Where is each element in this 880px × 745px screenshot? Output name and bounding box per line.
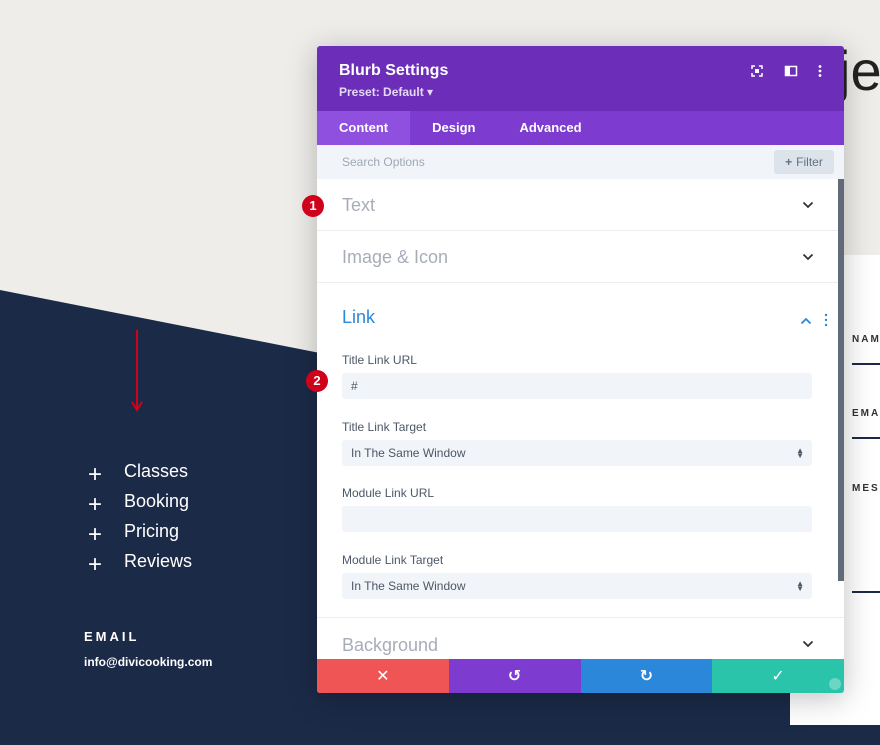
- menu-item-classes[interactable]: + Classes: [88, 456, 192, 489]
- blurb-settings-modal: Blurb Settings Preset: Default ▾ Content…: [317, 46, 844, 693]
- plus-icon: +: [88, 551, 103, 578]
- section-options-icon[interactable]: [824, 313, 828, 327]
- email-heading: EMAIL: [84, 629, 140, 644]
- title-link-target-label: Title Link Target: [342, 420, 427, 434]
- menu-item-label: Reviews: [124, 550, 193, 571]
- tab-content[interactable]: Content: [317, 111, 411, 145]
- save-button[interactable]: ✓: [712, 659, 844, 693]
- checkmark-icon: ✓: [771, 668, 785, 685]
- split-view-icon[interactable]: [783, 63, 799, 79]
- form-field-email[interactable]: [852, 437, 880, 439]
- tab-design[interactable]: Design: [410, 111, 497, 145]
- close-icon: ✕: [376, 668, 390, 685]
- plus-icon: +: [88, 491, 103, 518]
- preset-selector[interactable]: Preset: Default ▾: [339, 85, 433, 99]
- form-label-name: NAM: [852, 334, 880, 345]
- section-text[interactable]: Text: [317, 179, 844, 231]
- plus-icon: +: [88, 461, 103, 488]
- chevron-up-icon[interactable]: [800, 317, 812, 325]
- redo-button[interactable]: ↻: [580, 659, 713, 693]
- settings-tabs: Content Design Advanced: [317, 111, 844, 145]
- undo-button[interactable]: ↺: [448, 659, 581, 693]
- select-value: In The Same Window: [351, 446, 466, 460]
- menu-item-reviews[interactable]: + Reviews: [88, 546, 193, 579]
- menu-item-label: Classes: [124, 460, 189, 481]
- chevron-down-icon[interactable]: [802, 201, 814, 209]
- annotation-badge-1: 1: [302, 195, 324, 217]
- module-link-target-select[interactable]: In The Same Window ▲ ▼: [342, 573, 812, 599]
- resize-handle-icon[interactable]: [829, 678, 841, 690]
- title-link-url-label: Title Link URL: [342, 353, 417, 367]
- section-link: Link Title Link URL # Title Link Target …: [317, 283, 844, 618]
- menu-item-label: Booking: [124, 490, 190, 511]
- modal-title: Blurb Settings: [339, 62, 449, 79]
- search-options-bar: Search Options + Filter: [317, 145, 844, 179]
- module-link-url-label: Module Link URL: [342, 486, 435, 500]
- plus-icon: +: [785, 155, 793, 169]
- menu-item-label: Pricing: [124, 520, 180, 541]
- cancel-button[interactable]: ✕: [317, 659, 449, 693]
- tab-advanced[interactable]: Advanced: [497, 111, 603, 145]
- section-title-image-icon: Image & Icon: [342, 247, 449, 267]
- chevron-down-icon[interactable]: [802, 253, 814, 261]
- fullscreen-icon[interactable]: [749, 63, 765, 79]
- modal-header: Blurb Settings Preset: Default ▾: [317, 46, 844, 111]
- footer-menu: + Classes + Booking + Pricing + Reviews: [88, 456, 193, 579]
- search-options-input[interactable]: Search Options: [342, 155, 425, 169]
- red-down-arrow-icon: [131, 330, 143, 412]
- email-address[interactable]: info@divicooking.com: [84, 655, 212, 669]
- filter-button[interactable]: + Filter: [774, 150, 834, 174]
- section-image-icon[interactable]: Image & Icon: [317, 231, 844, 283]
- section-title-text: Text: [342, 195, 376, 215]
- scrollbar[interactable]: [838, 179, 844, 581]
- select-value: In The Same Window: [351, 579, 466, 593]
- section-title-link[interactable]: Link: [342, 307, 375, 328]
- filter-label: Filter: [796, 155, 823, 169]
- form-label-email: EMA: [852, 408, 880, 419]
- undo-icon: ↺: [507, 668, 522, 685]
- form-label-message: MES: [852, 483, 880, 494]
- module-link-target-label: Module Link Target: [342, 553, 444, 567]
- form-field-message[interactable]: [852, 591, 880, 593]
- annotation-badge-2: 2: [306, 370, 328, 392]
- redo-icon: ↻: [639, 668, 654, 685]
- menu-item-booking[interactable]: + Booking: [88, 486, 192, 519]
- settings-body: Text Image & Icon Link Title Link URL # …: [317, 179, 844, 658]
- plus-icon: +: [88, 521, 103, 548]
- select-arrows-icon: ▲ ▼: [796, 579, 804, 593]
- page-headline: je: [838, 39, 880, 102]
- form-field-name[interactable]: [852, 363, 880, 365]
- modal-footer: ✕ ↺ ↻ ✓: [317, 659, 844, 693]
- title-link-url-input[interactable]: #: [342, 373, 812, 399]
- section-title-background: Background: [342, 635, 439, 655]
- module-link-url-input[interactable]: [342, 506, 812, 532]
- more-options-icon[interactable]: [812, 63, 828, 79]
- section-background[interactable]: Background: [317, 618, 844, 658]
- select-arrows-icon: ▲ ▼: [796, 446, 804, 460]
- title-link-target-select[interactable]: In The Same Window ▲ ▼: [342, 440, 812, 466]
- menu-item-pricing[interactable]: + Pricing: [88, 516, 192, 549]
- chevron-down-icon[interactable]: [802, 640, 814, 648]
